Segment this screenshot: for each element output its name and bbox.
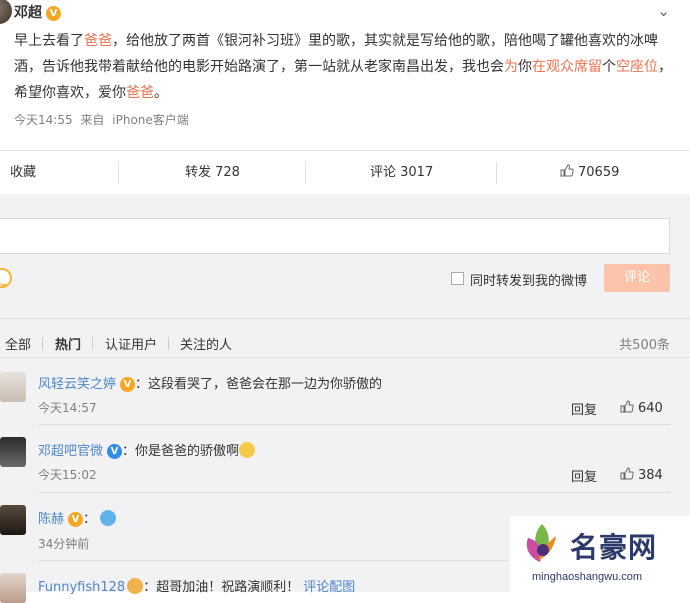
comment-body: 陈赫 V： xyxy=(38,508,117,527)
post-source-prefix: 来自 xyxy=(80,113,105,127)
thumbs-up-icon xyxy=(560,164,574,177)
comment-divider xyxy=(38,492,670,493)
verified-badge-icon: V xyxy=(68,512,84,527)
comment-like-button[interactable]: 640 xyxy=(620,400,663,416)
tab-following[interactable]: 关注的人 xyxy=(180,334,232,353)
commenter-avatar[interactable] xyxy=(0,573,26,603)
emoji-sticker-icon xyxy=(100,510,117,526)
tab-divider xyxy=(92,337,93,350)
submit-comment-button[interactable]: 评论 xyxy=(604,264,670,292)
post-meta: 今天14:55 来自 iPhone客户端 xyxy=(14,111,189,128)
author-name-text[interactable]: 邓超 xyxy=(14,5,42,21)
post-text-segment: 。 xyxy=(154,85,168,101)
forward-label: 转发 728 xyxy=(185,165,240,180)
comment-text: ： xyxy=(83,512,97,527)
post-text-segment: 你 xyxy=(518,59,532,75)
post-time[interactable]: 今天14:55 xyxy=(14,113,73,127)
collect-button[interactable]: 收藏 xyxy=(10,151,36,195)
tab-divider xyxy=(42,337,43,350)
post-text-highlight[interactable]: 爸爸 xyxy=(126,85,154,101)
watermark-title: 名豪网 xyxy=(570,531,658,564)
author-name[interactable]: 邓超 V xyxy=(14,2,61,22)
action-divider xyxy=(118,162,119,184)
post-text-highlight[interactable]: 空座位 xyxy=(616,59,658,75)
smile-emoji-icon xyxy=(239,442,256,458)
divider xyxy=(0,357,690,358)
commenter-name[interactable]: Funnyfish128 xyxy=(38,580,125,595)
comment-body: 邓超吧官微 V ：你是爸爸的骄傲啊 xyxy=(38,440,256,459)
emoji-icon[interactable] xyxy=(0,268,12,288)
verified-badge-icon: V xyxy=(120,377,136,392)
post-text: 早上去看了爸爸，给他放了两首《银河补习班》里的歌，其实就是写给他的歌，陪他喝了罐… xyxy=(14,28,674,106)
tab-divider xyxy=(168,337,169,350)
comment-label: 评论 3017 xyxy=(370,165,434,180)
comment-divider xyxy=(38,560,508,561)
comment-time[interactable]: 今天15:02 xyxy=(38,466,97,483)
like-count: 70659 xyxy=(578,165,620,180)
comment-like-count: 640 xyxy=(638,401,663,416)
site-watermark: 名豪网 minghaoshangwu.com xyxy=(510,516,690,592)
forward-checkbox-label[interactable]: 同时转发到我的微博 xyxy=(470,270,587,289)
post-text-segment: 早上去看了 xyxy=(14,33,84,49)
commenter-name[interactable]: 邓超吧官微 xyxy=(38,444,103,459)
commenter-name[interactable]: 风轻云笑之婷 xyxy=(38,377,116,392)
weibo-post: 邓超 V ⌄ 早上去看了爸爸，给他放了两首《银河补习班》里的歌，其实就是写给他的歌… xyxy=(0,0,690,150)
watermark-url: minghaoshangwu.com xyxy=(532,571,643,583)
verified-badge-icon: V xyxy=(107,444,123,459)
thumbs-up-icon xyxy=(620,467,634,480)
commenter-avatar[interactable] xyxy=(0,437,26,467)
comment-time[interactable]: 34分钟前 xyxy=(38,535,89,552)
tab-all[interactable]: 全部 xyxy=(5,334,31,353)
chevron-down-icon[interactable]: ⌄ xyxy=(657,2,670,20)
verified-badge-icon: V xyxy=(46,6,61,21)
comment-divider xyxy=(38,424,670,425)
commenter-name[interactable]: 陈赫 xyxy=(38,512,64,527)
leaf-logo-icon xyxy=(526,524,556,562)
comment-total: 共500条 xyxy=(619,338,670,353)
reply-button[interactable]: 回复 xyxy=(571,399,597,418)
comment-like-count: 384 xyxy=(638,468,663,483)
action-divider xyxy=(496,162,497,184)
forward-button[interactable]: 转发 728 xyxy=(185,151,240,195)
comment-text: ：超哥加油！祝路演顺利！ xyxy=(143,580,300,595)
thumbs-up-icon xyxy=(620,400,634,413)
comment-time[interactable]: 今天14:57 xyxy=(38,399,97,416)
comment-image-link[interactable]: 评论配图 xyxy=(303,580,355,595)
tab-hot[interactable]: 热门 xyxy=(55,334,81,353)
reply-button[interactable]: 回复 xyxy=(571,466,597,485)
collect-label: 收藏 xyxy=(10,165,37,180)
comment-button[interactable]: 评论 3017 xyxy=(370,151,433,195)
comment-body: Funnyfish128 ：超哥加油！祝路演顺利！ 评论配图 xyxy=(38,576,355,595)
comment-body: 风轻云笑之婷 V ：这段看哭了，爸爸会在那一边为你骄傲的 xyxy=(38,373,382,392)
comment-input[interactable] xyxy=(0,218,670,254)
comment-like-button[interactable]: 384 xyxy=(620,467,663,483)
tab-verified-users[interactable]: 认证用户 xyxy=(105,334,157,353)
post-action-bar: 收藏 转发 728 评论 3017 70659 xyxy=(0,150,690,196)
divider xyxy=(0,318,690,319)
post-text-highlight[interactable]: 爸爸 xyxy=(84,33,112,49)
action-divider xyxy=(305,162,306,184)
like-button[interactable]: 70659 xyxy=(560,151,619,195)
comment-text: ：你是爸爸的骄傲啊 xyxy=(122,444,240,459)
post-text-highlight[interactable]: 在观众席留 xyxy=(532,59,602,75)
post-text-highlight[interactable]: 为 xyxy=(504,59,518,75)
comment-text: ：这段看哭了，爸爸会在那一边为你骄傲的 xyxy=(135,377,383,392)
commenter-avatar[interactable] xyxy=(0,505,26,535)
forward-checkbox[interactable] xyxy=(451,272,464,285)
post-source[interactable]: iPhone客户端 xyxy=(112,113,189,127)
commenter-avatar[interactable] xyxy=(0,372,26,402)
author-avatar[interactable] xyxy=(0,0,12,24)
post-text-segment: 个 xyxy=(602,59,616,75)
